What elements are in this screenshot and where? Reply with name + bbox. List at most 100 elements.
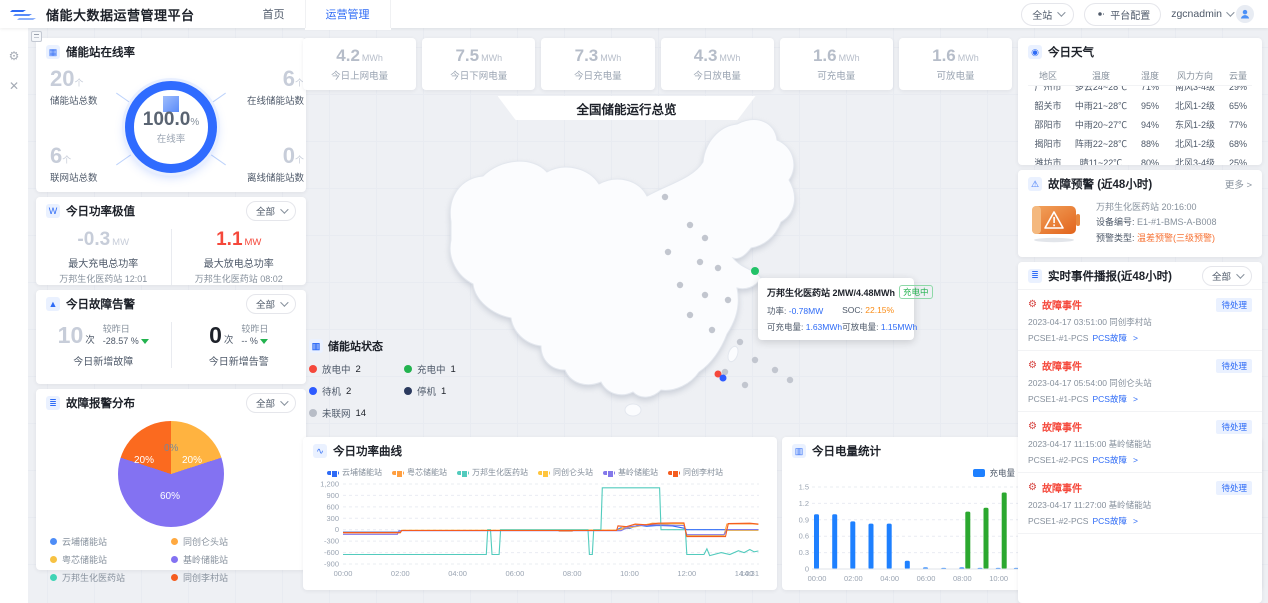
- bar-charge[interactable]: [905, 561, 910, 569]
- bar-charge[interactable]: [814, 514, 819, 569]
- legend-item[interactable]: 同创李村站: [668, 467, 723, 478]
- chevron-down-icon: [280, 298, 288, 306]
- alarm-row: 0次较昨日-- %: [172, 322, 307, 350]
- power-label: 最大充电总功率: [36, 255, 171, 270]
- station-dot[interactable]: [772, 367, 778, 373]
- legend-item[interactable]: 万邦生化医药站: [457, 467, 528, 478]
- station-dot[interactable]: [737, 339, 743, 345]
- legend-item[interactable]: 同创仑头站: [538, 467, 593, 478]
- station-dot[interactable]: [687, 222, 693, 228]
- status-badge[interactable]: 待处理: [1216, 359, 1252, 373]
- station-dot[interactable]: [687, 312, 693, 318]
- event-header: ⚙故障事件待处理: [1028, 358, 1252, 373]
- legend-item[interactable]: 粤芯储能站: [392, 467, 447, 478]
- chevron-down-icon: [1236, 270, 1244, 278]
- event-item: ⚙故障事件待处理2023-04-17 05:54:00 同创仑头站PCSE1-#…: [1018, 351, 1262, 412]
- svg-text:04:00: 04:00: [880, 574, 899, 583]
- pie-label: 60%: [160, 491, 180, 502]
- filter-dropdown[interactable]: 全部: [246, 201, 296, 221]
- close-icon[interactable]: ✕: [9, 80, 19, 92]
- weather-cell: 多云24~28℃: [1068, 86, 1134, 93]
- legend-item[interactable]: 基岭储能站: [171, 553, 292, 566]
- station-dot[interactable]: [715, 265, 721, 271]
- device-code: PCSE1-#1-PCS: [1028, 394, 1088, 404]
- power-extreme-panel: W 今日功率极值 全部 -0.3MW最大充电总功率万邦生化医药站 12:011.…: [36, 197, 306, 285]
- pie-label: 20%: [182, 455, 202, 466]
- bar-discharge[interactable]: [1002, 493, 1007, 570]
- weather-row: 潍坊市晴11~22℃80%北风3-4级25%: [1028, 153, 1252, 165]
- chevron-right-icon[interactable]: >: [1133, 333, 1138, 343]
- weather-table-body[interactable]: 广州市多云24~28℃71%南风3-4级29%韶关市中雨21~28℃95%北风1…: [1028, 86, 1252, 165]
- event-fault-link[interactable]: PCS故障: [1092, 516, 1126, 526]
- tooltip-key: SOC:: [842, 305, 865, 315]
- stat-value: 6个: [50, 145, 128, 167]
- legend-item[interactable]: 云埔储能站: [327, 467, 382, 478]
- more-link[interactable]: 更多 >: [1225, 177, 1252, 191]
- legend-label: 同创仑头站: [183, 535, 228, 548]
- nav-tab-首页[interactable]: 首页: [243, 0, 305, 28]
- status-badge[interactable]: 待处理: [1216, 481, 1252, 495]
- bar-charge[interactable]: [832, 514, 837, 569]
- bar-charge[interactable]: [869, 524, 874, 569]
- collapse-panel-icon[interactable]: [31, 31, 42, 42]
- status-label: 未联网: [322, 406, 351, 420]
- legend-item[interactable]: 同创仑头站: [171, 535, 292, 548]
- weather-icon: ◉: [1028, 45, 1042, 59]
- station-dot[interactable]: [665, 249, 671, 255]
- gauge-unit: %: [190, 117, 199, 128]
- legend-item[interactable]: 万邦生化医药站: [50, 571, 171, 584]
- platform-config-button[interactable]: 平台配置: [1084, 3, 1161, 26]
- legend-item[interactable]: 充电量: [973, 467, 1015, 479]
- station-dot[interactable]: [709, 327, 715, 333]
- user-menu[interactable]: zgcnadmin: [1171, 5, 1254, 23]
- gear-icon[interactable]: ⚙: [9, 50, 20, 62]
- tooltip-row: 可放电量: 1.15MWh: [842, 321, 917, 333]
- legend-item[interactable]: 粤芯储能站: [50, 553, 171, 566]
- status-legend-item: 停机1: [404, 384, 499, 398]
- panel-title: 今日电量统计: [812, 443, 881, 459]
- legend-item[interactable]: 同创李村站: [171, 571, 292, 584]
- events-list: ⚙故障事件待处理2023-04-17 03:51:00 同创李村站PCSE1-#…: [1018, 290, 1262, 534]
- station-dot[interactable]: [742, 382, 748, 388]
- avatar[interactable]: [1236, 5, 1254, 23]
- legend-item[interactable]: 基岭储能站: [603, 467, 658, 478]
- station-dot[interactable]: [702, 292, 708, 298]
- event-fault-link[interactable]: PCS故障: [1092, 455, 1126, 465]
- bar-charge[interactable]: [887, 524, 892, 569]
- status-badge[interactable]: 待处理: [1216, 298, 1252, 312]
- chevron-right-icon[interactable]: >: [1133, 516, 1138, 526]
- station-dot[interactable]: [677, 282, 683, 288]
- legend-item[interactable]: 云埔储能站: [50, 535, 171, 548]
- station-dot[interactable]: [787, 377, 793, 383]
- nav-tab-运营管理[interactable]: 运营管理: [305, 0, 391, 28]
- station-dot[interactable]: [702, 235, 708, 241]
- chevron-right-icon[interactable]: >: [1133, 394, 1138, 404]
- event-fault-link[interactable]: PCS故障: [1092, 394, 1126, 404]
- status-count: 14: [356, 408, 367, 419]
- site-selector[interactable]: 全站: [1021, 3, 1074, 26]
- bar-charge[interactable]: [850, 521, 855, 569]
- chevron-right-icon[interactable]: >: [1133, 455, 1138, 465]
- chart-icon: ▥: [309, 339, 323, 353]
- stat-card: 4.2MWh今日上网电量: [303, 38, 416, 90]
- station-dot-charging[interactable]: [751, 267, 759, 275]
- warning-item[interactable]: 万邦生化医药站 20:16:00 设备编号: E1-#1-BMS-A-B008 …: [1018, 198, 1262, 248]
- panel-title: 实时事件播报(近48小时): [1048, 268, 1172, 284]
- bar-discharge[interactable]: [984, 508, 989, 569]
- station-dot[interactable]: [725, 297, 731, 303]
- status-label: 待机: [322, 384, 341, 398]
- station-dot[interactable]: [722, 369, 728, 375]
- station-dot[interactable]: [697, 259, 703, 265]
- status-badge[interactable]: 待处理: [1216, 420, 1252, 434]
- bar-discharge[interactable]: [965, 512, 970, 569]
- station-dot[interactable]: [752, 357, 758, 363]
- station-dot-standby[interactable]: [720, 375, 727, 382]
- station-dot[interactable]: [662, 194, 668, 200]
- svg-text:0.3: 0.3: [799, 548, 809, 557]
- online-stat: 6个在线储能站数: [226, 68, 304, 107]
- filter-dropdown[interactable]: 全部: [246, 294, 296, 314]
- status-legend-item: 充电中1: [404, 362, 499, 376]
- filter-dropdown[interactable]: 全部: [1202, 266, 1252, 286]
- event-fault-link[interactable]: PCS故障: [1092, 333, 1126, 343]
- filter-dropdown[interactable]: 全部: [246, 393, 296, 413]
